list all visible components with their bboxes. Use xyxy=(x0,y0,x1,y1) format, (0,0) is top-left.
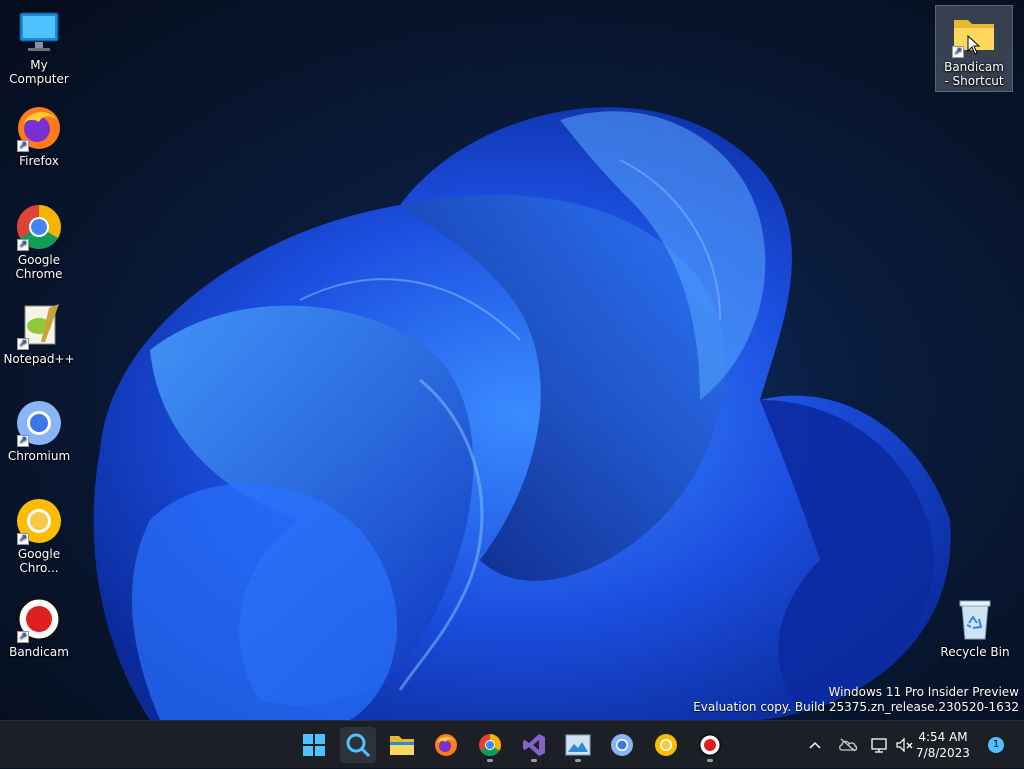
taskbar-chrome[interactable] xyxy=(472,727,508,763)
running-indicator xyxy=(487,759,493,762)
taskbar-clock[interactable]: 4:54 AM 7/8/2023 xyxy=(908,729,978,761)
notepad-plus-plus-icon: ↗ xyxy=(15,302,63,350)
mouse-cursor-icon xyxy=(967,35,981,55)
desktop-icon-label: Chromium xyxy=(7,449,71,463)
running-indicator xyxy=(531,759,537,762)
search-icon xyxy=(346,733,371,758)
shortcut-arrow-icon: ↗ xyxy=(17,338,29,350)
bandicam-icon: ↗ xyxy=(15,595,63,643)
monitor-icon xyxy=(15,8,63,56)
shortcut-arrow-icon: ↗ xyxy=(17,533,29,545)
start-button[interactable] xyxy=(296,727,332,763)
visual-studio-icon xyxy=(523,734,545,756)
taskbar: 4:54 AM 7/8/2023 1 xyxy=(0,720,1024,768)
network-tray-button[interactable] xyxy=(868,721,892,769)
running-indicator xyxy=(707,759,713,762)
watermark-line-1: Windows 11 Pro Insider Preview xyxy=(828,685,1019,699)
chrome-icon: ↗ xyxy=(15,203,63,251)
desktop-icon-label: My Computer xyxy=(9,58,69,86)
desktop-icon-notepad-plus-plus[interactable]: ↗ Notepad++ xyxy=(1,302,77,366)
desktop-icon-chromium[interactable]: ↗ Chromium xyxy=(1,399,77,463)
show-hidden-icons-button[interactable] xyxy=(804,721,826,769)
desktop-icon-label: Google Chrome xyxy=(15,253,63,281)
taskbar-photos[interactable] xyxy=(560,727,596,763)
shortcut-arrow-icon: ↗ xyxy=(17,239,29,251)
taskbar-chrome-canary[interactable] xyxy=(648,727,684,763)
shortcut-arrow-icon: ↗ xyxy=(17,631,29,643)
chrome-icon xyxy=(479,734,501,756)
onedrive-tray-button[interactable] xyxy=(836,721,860,769)
shortcut-arrow-icon: ↗ xyxy=(952,46,964,58)
clock-date: 7/8/2023 xyxy=(916,746,970,760)
recycle-bin-icon xyxy=(951,595,999,643)
desktop-icon-label: Google Chro... xyxy=(17,547,61,575)
desktop-icon-google-chrome-canary[interactable]: ↗ Google Chro... xyxy=(1,497,77,575)
desktop-icon-label: Bandicam xyxy=(9,645,69,659)
evaluation-watermark: Windows 11 Pro Insider Preview Evaluatio… xyxy=(693,685,1019,715)
wallpaper-bloom xyxy=(93,107,951,720)
chrome-canary-icon: ↗ xyxy=(15,497,63,545)
firefox-icon: ↗ xyxy=(15,104,63,152)
photos-icon xyxy=(565,734,591,756)
watermark-line-2: Evaluation copy. Build 25375.zn_release.… xyxy=(693,700,1019,714)
desktop-icon-bandicam[interactable]: ↗ Bandicam xyxy=(1,595,77,659)
desktop-icon-google-chrome[interactable]: ↗ Google Chrome xyxy=(1,203,77,281)
taskbar-chromium[interactable] xyxy=(604,727,640,763)
taskbar-firefox[interactable] xyxy=(428,727,464,763)
chevron-up-icon xyxy=(809,741,821,749)
bandicam-icon xyxy=(698,733,722,757)
desktop-icon-label: Firefox xyxy=(19,154,59,168)
running-indicator xyxy=(575,759,581,762)
desktop-icon-firefox[interactable]: ↗ Firefox xyxy=(1,104,77,168)
desktop-icon-label: Notepad++ xyxy=(3,352,75,366)
network-icon xyxy=(871,738,887,753)
chromium-icon xyxy=(611,734,633,756)
desktop[interactable]: My Computer ↗ Firefox ↗ Google Chrome ↗ … xyxy=(0,0,1024,720)
firefox-icon xyxy=(435,734,457,756)
windows-logo-icon xyxy=(303,734,325,756)
taskbar-file-explorer[interactable] xyxy=(384,727,420,763)
desktop-icon-my-computer[interactable]: My Computer xyxy=(1,8,77,86)
desktop-icon-label: Recycle Bin xyxy=(940,645,1010,659)
chrome-canary-icon xyxy=(655,734,677,756)
clock-time: 4:54 AM xyxy=(918,730,968,744)
taskbar-bandicam[interactable] xyxy=(692,727,728,763)
file-explorer-icon xyxy=(390,736,414,755)
chromium-icon: ↗ xyxy=(15,399,63,447)
search-button[interactable] xyxy=(340,727,376,763)
shortcut-arrow-icon: ↗ xyxy=(17,435,29,447)
notification-badge[interactable]: 1 xyxy=(988,737,1004,753)
cloud-offline-icon xyxy=(839,738,858,752)
desktop-icon-recycle-bin[interactable]: Recycle Bin xyxy=(937,595,1013,659)
taskbar-visual-studio[interactable] xyxy=(516,727,552,763)
shortcut-arrow-icon: ↗ xyxy=(17,140,29,152)
desktop-icon-label: Bandicam - Shortcut xyxy=(944,60,1004,88)
